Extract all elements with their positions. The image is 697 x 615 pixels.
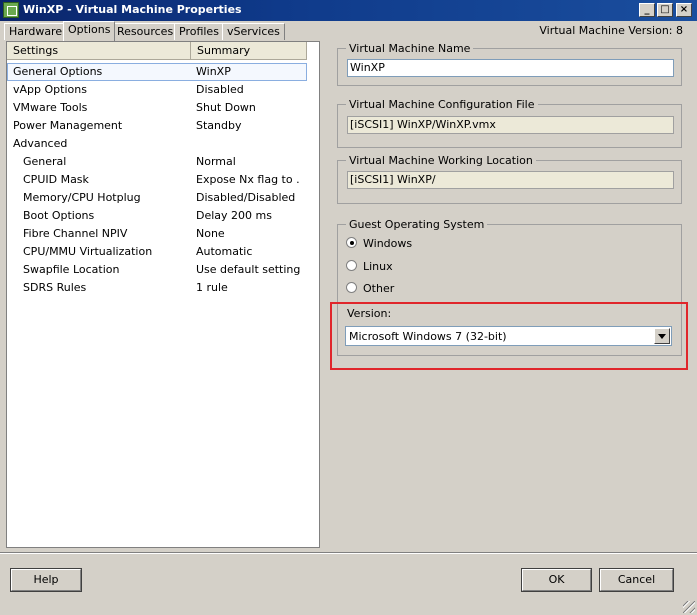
setting-label: Boot Options <box>23 209 95 222</box>
summary-value: Normal <box>196 155 236 168</box>
radio-button-icon <box>346 237 357 248</box>
setting-label: General <box>23 155 67 168</box>
highlight-box <box>330 302 688 370</box>
summary-value: Shut Down <box>196 101 256 114</box>
setting-label: SDRS Rules <box>23 281 87 294</box>
setting-label: CPU/MMU Virtualization <box>23 245 153 258</box>
list-item-power-management[interactable]: Power Management Standby <box>7 117 307 135</box>
list-item-memory-cpu-hotplug[interactable]: Memory/CPU Hotplug Disabled/Disabled <box>7 189 307 207</box>
window-title: WinXP - Virtual Machine Properties <box>23 3 242 16</box>
summary-value: None <box>196 227 225 240</box>
list-item-swapfile-location[interactable]: Swapfile Location Use default settings <box>7 261 307 279</box>
summary-value: Expose Nx flag to ... <box>196 173 300 186</box>
summary-value: Standby <box>196 119 242 132</box>
guest-os-label: Guest Operating System <box>346 218 488 231</box>
help-button[interactable]: Help <box>10 568 82 592</box>
column-header-summary[interactable]: Summary <box>191 42 307 60</box>
options-list[interactable]: Settings Summary General Options WinXP v… <box>6 41 320 548</box>
summary-value: Automatic <box>196 245 253 258</box>
radio-button-icon <box>346 282 357 293</box>
tab-resources[interactable]: Resources <box>112 23 179 40</box>
summary-value: WinXP <box>196 65 231 78</box>
setting-label: CPUID Mask <box>23 173 89 186</box>
tab-profiles[interactable]: Profiles <box>174 23 224 40</box>
radio-label: Other <box>363 282 395 295</box>
list-item-boot-options[interactable]: Boot Options Delay 200 ms <box>7 207 307 225</box>
tab-vservices[interactable]: vServices <box>222 23 285 40</box>
setting-label: Advanced <box>13 137 68 150</box>
list-item-advanced[interactable]: Advanced <box>7 135 307 153</box>
resize-grip-icon[interactable] <box>683 601 695 613</box>
list-item-cpuid-mask[interactable]: CPUID Mask Expose Nx flag to ... <box>7 171 307 189</box>
vm-version-label: Virtual Machine Version: 8 <box>539 24 683 37</box>
radio-button-icon <box>346 260 357 271</box>
summary-value: 1 rule <box>196 281 228 294</box>
list-item-advanced-general[interactable]: General Normal <box>7 153 307 171</box>
vm-name-input[interactable]: WinXP <box>347 59 674 77</box>
tab-options[interactable]: Options <box>63 21 116 41</box>
config-file-label: Virtual Machine Configuration File <box>346 98 538 111</box>
list-item-vapp-options[interactable]: vApp Options Disabled <box>7 81 307 99</box>
working-location-label: Virtual Machine Working Location <box>346 154 536 167</box>
setting-label: Power Management <box>13 119 123 132</box>
radio-label: Linux <box>363 260 393 273</box>
config-file-field: [iSCSI1] WinXP/WinXP.vmx <box>347 116 674 134</box>
setting-label: Fibre Channel NPIV <box>23 227 128 240</box>
list-item-fibre-channel-npiv[interactable]: Fibre Channel NPIV None <box>7 225 307 243</box>
vm-app-icon <box>3 2 19 18</box>
column-header-settings[interactable]: Settings <box>7 42 191 60</box>
summary-value: Delay 200 ms <box>196 209 272 222</box>
setting-label: VMware Tools <box>13 101 88 114</box>
list-item-sdrs-rules[interactable]: SDRS Rules 1 rule <box>7 279 307 297</box>
vm-name-label: Virtual Machine Name <box>346 42 474 55</box>
close-button[interactable]: × <box>676 3 692 17</box>
summary-value: Disabled/Disabled <box>196 191 296 204</box>
setting-label: vApp Options <box>13 83 87 96</box>
cancel-button[interactable]: Cancel <box>599 568 674 592</box>
setting-label: General Options <box>13 65 103 78</box>
working-location-field: [iSCSI1] WinXP/ <box>347 171 674 189</box>
list-item-vmware-tools[interactable]: VMware Tools Shut Down <box>7 99 307 117</box>
ok-button[interactable]: OK <box>521 568 592 592</box>
list-item-cpu-mmu-virtualization[interactable]: CPU/MMU Virtualization Automatic <box>7 243 307 261</box>
tab-hardware[interactable]: Hardware <box>4 23 68 40</box>
title-bar[interactable]: WinXP - Virtual Machine Properties _ □ × <box>0 0 697 21</box>
setting-label: Swapfile Location <box>23 263 120 276</box>
footer-divider <box>0 552 697 554</box>
summary-value: Disabled <box>196 83 244 96</box>
radio-label: Windows <box>363 237 413 250</box>
minimize-button[interactable]: _ <box>639 3 655 17</box>
maximize-button[interactable]: □ <box>657 3 673 17</box>
summary-value: Use default settings <box>196 263 300 276</box>
setting-label: Memory/CPU Hotplug <box>23 191 141 204</box>
list-item-general-options[interactable]: General Options WinXP <box>7 63 307 81</box>
